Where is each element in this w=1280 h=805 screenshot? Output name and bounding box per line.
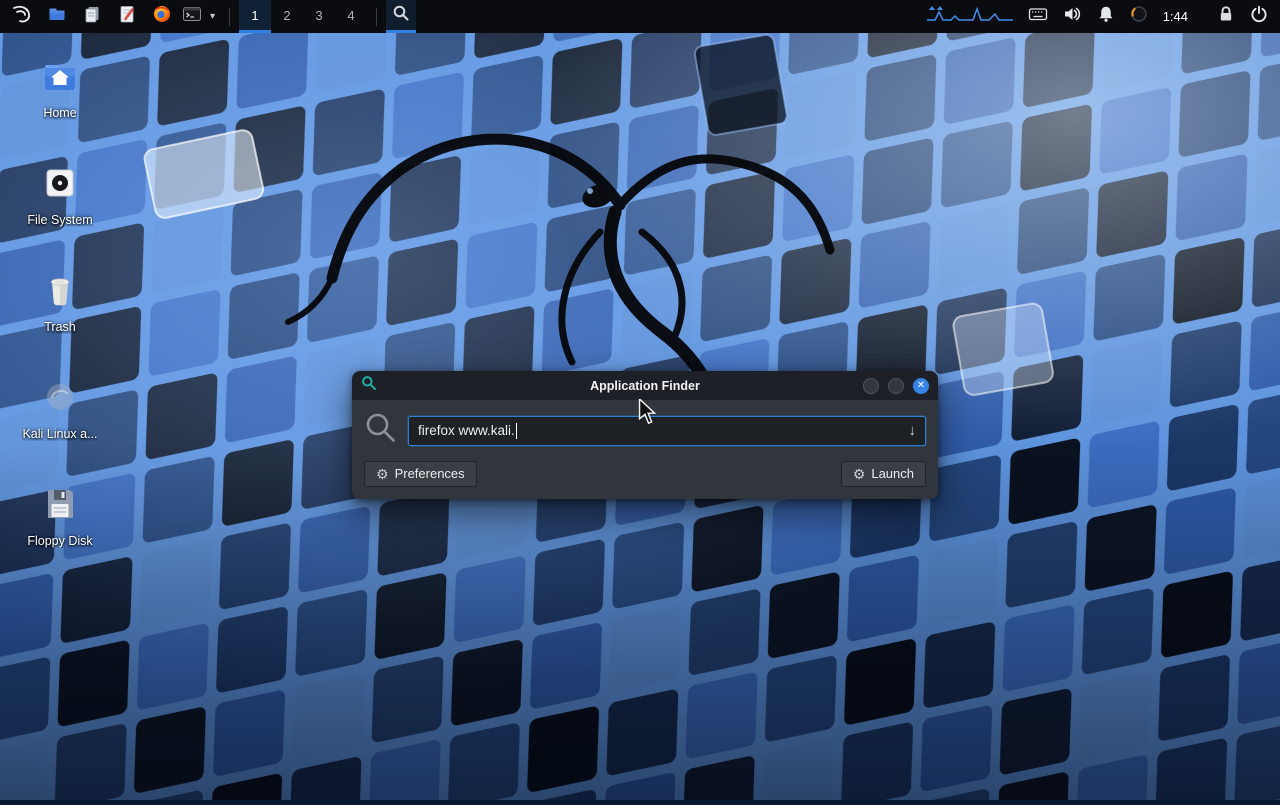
search-icon — [364, 411, 398, 450]
application-finder-window: Application Finder ✕ firefox www.kali. ↓ — [352, 371, 938, 499]
trash-icon — [40, 270, 80, 315]
notifications[interactable] — [1097, 5, 1115, 28]
desktop-icon-label: Floppy Disk — [27, 534, 92, 548]
kali-docs-icon — [40, 377, 80, 422]
files-launcher[interactable] — [74, 0, 109, 33]
volume-icon — [1063, 5, 1082, 28]
chevron-down-icon: ▾ — [210, 11, 215, 22]
top-panel: ▾ 1 2 3 4 — [0, 0, 1280, 33]
keyboard-indicator[interactable] — [1028, 5, 1048, 28]
maximize-button[interactable] — [888, 378, 904, 394]
desktop-icon-file-system[interactable]: File System — [8, 163, 112, 227]
bell-icon — [1097, 5, 1115, 28]
system-monitor-icon — [927, 3, 1013, 30]
file-system-icon — [40, 163, 80, 208]
taskbar-item-application-finder[interactable] — [386, 0, 416, 33]
desktop-icon-trash[interactable]: Trash — [8, 270, 112, 334]
workspace-1[interactable]: 1 — [239, 0, 271, 33]
logout-button[interactable] — [1250, 5, 1268, 28]
desktop-icon-floppy-disk[interactable]: Floppy Disk — [8, 484, 112, 548]
desktop-icon-kali-linux[interactable]: Kali Linux a... — [8, 377, 112, 441]
files-icon — [82, 4, 102, 29]
desktop-icon-home[interactable]: Home — [8, 56, 112, 120]
desktop-icon-label: Trash — [44, 320, 76, 334]
close-button[interactable]: ✕ — [913, 378, 929, 394]
keyboard-icon — [1028, 5, 1048, 28]
minimize-button[interactable] — [863, 378, 879, 394]
home-folder-icon — [40, 56, 80, 101]
desktop-icon-label: Kali Linux a... — [22, 427, 97, 441]
system-monitor-graph[interactable] — [927, 3, 1013, 30]
launch-button-label: Launch — [871, 466, 914, 481]
clock[interactable]: 1:44 — [1163, 9, 1188, 24]
appfinder-taskbar-icon — [392, 4, 410, 27]
firefox-icon — [152, 4, 172, 29]
terminal-launcher[interactable] — [179, 0, 205, 33]
volume-control[interactable] — [1063, 5, 1082, 28]
power-icon — [1250, 5, 1268, 28]
lock-screen-button[interactable] — [1217, 5, 1235, 28]
file-manager-icon — [47, 4, 67, 29]
window-title: Application Finder — [352, 379, 938, 393]
floppy-icon — [40, 484, 80, 529]
launch-button[interactable]: ⚙ Launch — [841, 461, 926, 487]
launch-icon: ⚙ — [853, 467, 866, 481]
combo-arrow-icon[interactable]: ↓ — [909, 422, 917, 439]
window-titlebar[interactable]: Application Finder ✕ — [352, 371, 938, 400]
kali-menu-button[interactable] — [4, 0, 39, 33]
desktop-icon-label: Home — [43, 106, 76, 120]
status-indicator[interactable] — [1130, 5, 1148, 28]
workspace-3[interactable]: 3 — [303, 0, 335, 33]
search-input-value: firefox www.kali. — [418, 423, 515, 438]
terminal-dropdown-chevron[interactable]: ▾ — [205, 0, 220, 33]
panel-separator — [376, 8, 377, 26]
firefox-launcher[interactable] — [144, 0, 179, 33]
preferences-button[interactable]: ⚙ Preferences — [364, 461, 477, 487]
file-manager-launcher[interactable] — [39, 0, 74, 33]
status-circle-icon — [1130, 5, 1148, 28]
workspace-2[interactable]: 2 — [271, 0, 303, 33]
workspace-4[interactable]: 4 — [335, 0, 367, 33]
panel-separator — [229, 8, 230, 26]
dialog-body: firefox www.kali. ↓ ⚙ Preferences ⚙ Laun… — [352, 400, 938, 499]
text-editor-icon — [117, 4, 137, 29]
desktop-icon-label: File System — [27, 213, 92, 227]
lock-icon — [1217, 5, 1235, 28]
gear-icon: ⚙ — [376, 467, 389, 481]
terminal-icon — [182, 4, 202, 29]
search-input[interactable]: firefox www.kali. ↓ — [408, 416, 926, 446]
kali-logo-icon — [11, 3, 33, 30]
preferences-button-label: Preferences — [395, 466, 465, 481]
close-icon: ✕ — [917, 381, 925, 391]
text-editor-launcher[interactable] — [109, 0, 144, 33]
text-caret — [516, 423, 517, 439]
